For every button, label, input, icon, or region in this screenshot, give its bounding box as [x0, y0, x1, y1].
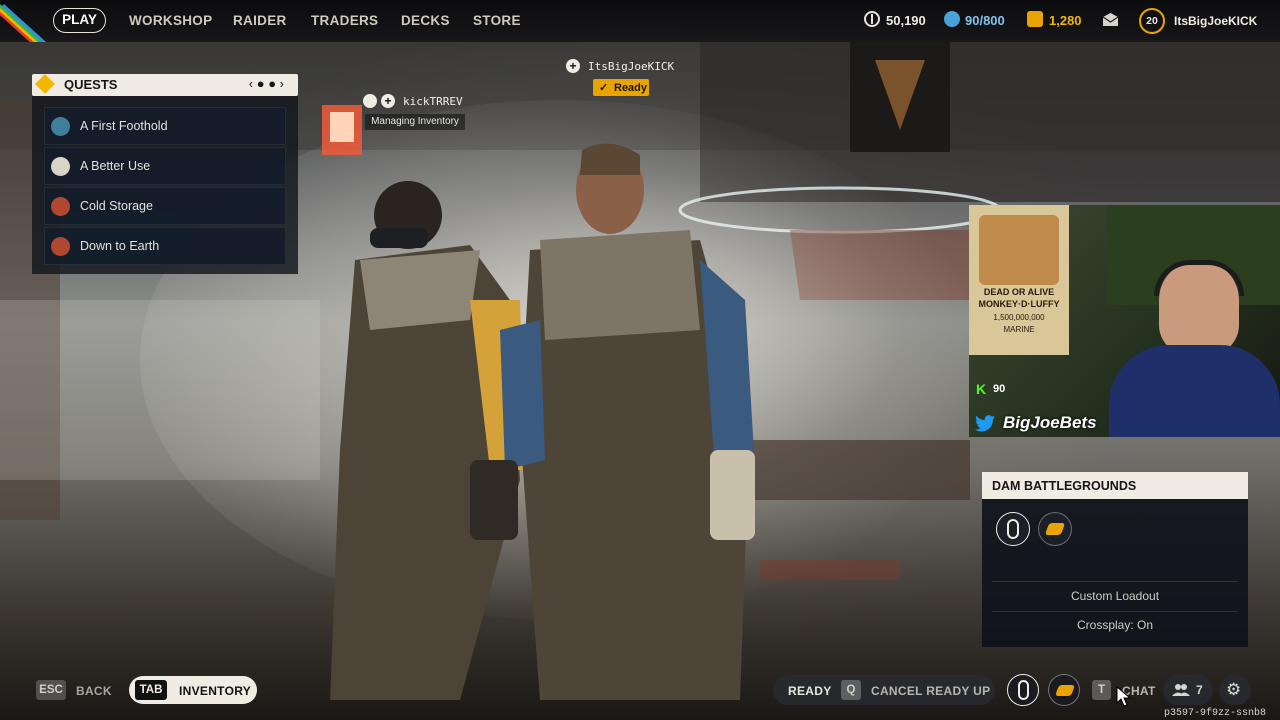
- nav-play-tab[interactable]: PLAY: [53, 8, 106, 33]
- kick-follower-count: 90: [993, 383, 1006, 395]
- quest-item[interactable]: A First Foothold: [44, 107, 286, 145]
- teammate-crown-icon: [363, 94, 377, 108]
- ready-button[interactable]: READY: [788, 684, 832, 698]
- twitter-bird-icon: [975, 415, 995, 432]
- quest-item[interactable]: Cold Storage: [44, 187, 286, 225]
- top-navigation-bar: PLAY WORKSHOP RAIDER TRADERS DECKS STORE…: [0, 0, 1280, 42]
- credits-value: 50,190: [886, 13, 926, 28]
- session-id-label: p3597-9f9zz-ssnb8: [1164, 708, 1267, 719]
- brand-stripes-logo: [0, 0, 46, 42]
- gear-icon: ⚙: [1226, 680, 1242, 699]
- esc-key-hint: ESC: [36, 680, 66, 700]
- player-level-badge[interactable]: 20: [1139, 8, 1165, 34]
- quest-label: A First Foothold: [80, 119, 168, 133]
- add-friend-plus-icon[interactable]: +: [566, 59, 580, 73]
- quest-label: A Better Use: [80, 159, 151, 173]
- map-title-header: DAM BATTLEGROUNDS: [982, 472, 1248, 499]
- poster-line: MONKEY·D·LUFFY: [978, 299, 1060, 309]
- self-player-name: ItsBigJoeKICK: [588, 60, 675, 73]
- quest-giver-avatar: [51, 237, 70, 256]
- quests-title: QUESTS: [64, 77, 118, 92]
- self-ready-badge: ✓ Ready: [593, 79, 649, 96]
- friends-icon: [1172, 684, 1190, 696]
- raider-tokens-value: 1,280: [1049, 13, 1082, 28]
- credits-coin-icon: [864, 11, 880, 27]
- streamer-webcam-overlay: DEAD OR ALIVE MONKEY·D·LUFFY 1,500,000,0…: [969, 205, 1280, 437]
- mouse-cursor-icon: [1116, 686, 1132, 707]
- tab-key-hint: TAB: [135, 680, 167, 700]
- teammate-slot-emblem-icon[interactable]: [1038, 512, 1072, 546]
- loadout-setting: Custom Loadout: [1070, 589, 1160, 603]
- teammate-player-name: kickTRREV: [403, 95, 463, 108]
- quests-pager[interactable]: ‹ ● ● ›: [249, 76, 284, 91]
- mail-inbox-icon[interactable]: [1102, 12, 1119, 27]
- wanted-poster: DEAD OR ALIVE MONKEY·D·LUFFY 1,500,000,0…: [969, 205, 1069, 355]
- quests-header[interactable]: QUESTS ‹ ● ● ›: [32, 74, 298, 96]
- squad-member-emblem-icon[interactable]: [1048, 674, 1080, 706]
- poster-line: MARINE: [1003, 325, 1035, 334]
- nav-traders-tab[interactable]: TRADERS: [311, 13, 378, 28]
- friends-button[interactable]: 7: [1163, 675, 1213, 705]
- raider-character-right: [470, 143, 755, 700]
- twitter-handle: BigJoeBets: [1003, 413, 1097, 432]
- quest-giver-avatar: [51, 197, 70, 216]
- stash-capacity-value: 90/800: [965, 13, 1005, 28]
- quest-giver-avatar: [51, 117, 70, 136]
- quest-item[interactable]: Down to Earth: [44, 227, 286, 265]
- quest-giver-avatar: [51, 157, 70, 176]
- inventory-button[interactable]: TAB INVENTORY: [129, 676, 257, 704]
- friends-count: 7: [1196, 683, 1203, 697]
- ready-up-control: READY Q CANCEL READY UP: [773, 675, 995, 705]
- match-info-panel: DAM BATTLEGROUNDS Custom Loadout Crosspl…: [982, 472, 1248, 647]
- teammate-slot-skull-icon[interactable]: [996, 512, 1030, 546]
- quests-diamond-icon: [35, 74, 55, 94]
- nav-workshop-tab[interactable]: WORKSHOP: [129, 13, 212, 28]
- t-key-hint: T: [1092, 680, 1111, 700]
- poster-line: DEAD OR ALIVE: [983, 287, 1055, 297]
- checkmark-icon: ✓: [599, 82, 609, 94]
- settings-button[interactable]: ⚙: [1219, 675, 1251, 705]
- streamer-shirt: [1109, 345, 1280, 437]
- q-key-hint: Q: [841, 680, 861, 700]
- raider-tokens-icon: [1027, 11, 1043, 27]
- inventory-label: INVENTORY: [179, 684, 252, 698]
- nav-store-tab[interactable]: STORE: [473, 13, 521, 28]
- nav-decks-tab[interactable]: DECKS: [401, 13, 450, 28]
- quest-label: Down to Earth: [80, 239, 160, 253]
- back-button[interactable]: BACK: [76, 684, 112, 698]
- quests-list: A First Foothold A Better Use Cold Stora…: [32, 96, 298, 274]
- nav-raider-tab[interactable]: RAIDER: [233, 13, 287, 28]
- squad-member-skull-icon[interactable]: [1007, 674, 1039, 706]
- poster-line: 1,500,000,000: [993, 313, 1045, 322]
- stash-capacity-icon: [944, 11, 960, 27]
- teammate-add-plus-icon[interactable]: +: [381, 94, 395, 108]
- ready-status-label: Ready: [614, 82, 648, 94]
- teammate-status-label: Managing Inventory: [365, 114, 465, 130]
- quest-item[interactable]: A Better Use: [44, 147, 286, 185]
- kick-logo-icon: K: [976, 381, 987, 397]
- map-title: DAM BATTLEGROUNDS: [992, 479, 1137, 493]
- profile-username[interactable]: ItsBigJoeKICK: [1174, 14, 1257, 28]
- quest-label: Cold Storage: [80, 199, 153, 213]
- crossplay-setting: Crossplay: On: [1076, 618, 1154, 632]
- cancel-ready-up-button[interactable]: CANCEL READY UP: [871, 684, 990, 698]
- raider-character-left: [330, 181, 525, 700]
